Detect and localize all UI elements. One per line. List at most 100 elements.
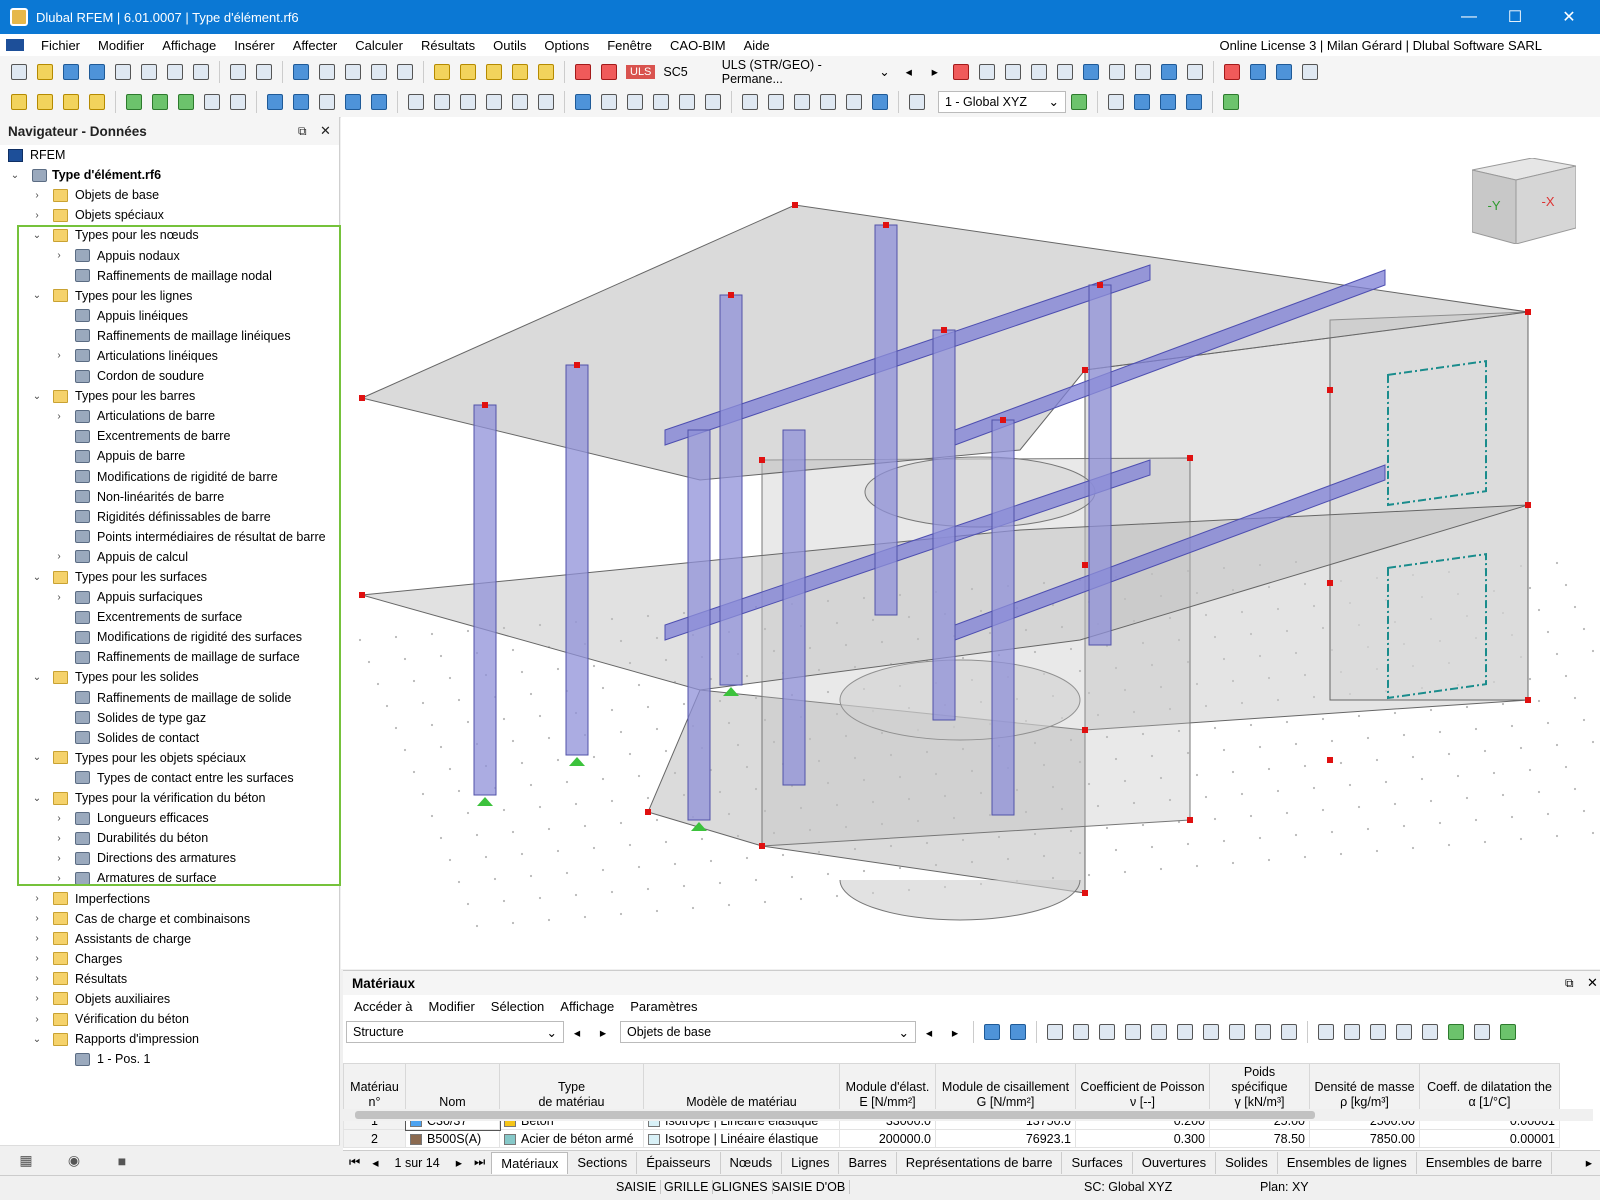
- tree-item[interactable]: › Appuis nodaux: [0, 245, 340, 265]
- draw-icon[interactable]: [869, 91, 891, 113]
- guide-line-icon[interactable]: [431, 91, 453, 113]
- tree-item[interactable]: Raffinements de maillage de surface: [0, 647, 340, 667]
- undock-table-icon[interactable]: ⧉: [1565, 976, 1574, 991]
- expand-icon[interactable]: ›: [53, 551, 65, 562]
- tree-item[interactable]: Excentrements de surface: [0, 607, 340, 627]
- column-header[interactable]: Modèle de matériau: [643, 1063, 840, 1112]
- expand-icon[interactable]: ›: [53, 873, 65, 884]
- status-saisie-ob[interactable]: SAISIE D'OB: [768, 1180, 851, 1194]
- mirror-icon[interactable]: [791, 91, 813, 113]
- formula-edit-icon[interactable]: [1393, 1021, 1415, 1043]
- print-preview-icon[interactable]: [112, 61, 134, 83]
- undo-icon[interactable]: [227, 61, 249, 83]
- iso-view-icon[interactable]: [1273, 61, 1295, 83]
- menu-table-affichage[interactable]: Affichage: [552, 999, 622, 1014]
- open-file-icon[interactable]: [34, 61, 56, 83]
- column-2[interactable]: [565, 364, 589, 756]
- scroll-thumb[interactable]: [355, 1111, 1315, 1119]
- view-iso-icon[interactable]: [676, 91, 698, 113]
- box-view-icon[interactable]: [1247, 61, 1269, 83]
- minimize-button[interactable]: —: [1446, 0, 1492, 34]
- model-check-icon[interactable]: [431, 61, 453, 83]
- node-icon[interactable]: [8, 91, 30, 113]
- tree-item[interactable]: › Assistants de charge: [0, 929, 340, 949]
- online-icon[interactable]: [60, 61, 82, 83]
- table-filter-icon[interactable]: [1252, 1021, 1274, 1043]
- table-view-icon-2[interactable]: [1315, 1021, 1337, 1043]
- tree-item[interactable]: › Vérification du béton: [0, 1009, 340, 1029]
- column-header[interactable]: Module d'élast. E [N/mm²]: [839, 1063, 936, 1112]
- structure-select[interactable]: Structure ⌄: [346, 1021, 564, 1043]
- menu-aide[interactable]: Aide: [735, 38, 779, 53]
- view-front-icon[interactable]: [598, 91, 620, 113]
- support-icon[interactable]: [1028, 61, 1050, 83]
- column-header[interactable]: Nom: [405, 1063, 500, 1112]
- view-top-icon[interactable]: [650, 91, 672, 113]
- menu-acceder[interactable]: Accéder à: [346, 999, 421, 1014]
- tree-item[interactable]: › Objets spéciaux: [0, 205, 340, 225]
- menu-affichage[interactable]: Affichage: [153, 38, 225, 53]
- tree-item[interactable]: › Résultats: [0, 969, 340, 989]
- menu-resultats[interactable]: Résultats: [412, 38, 484, 53]
- next-case-icon[interactable]: ▸: [924, 61, 946, 83]
- visibility-icon[interactable]: [1184, 61, 1206, 83]
- column-7[interactable]: [932, 329, 956, 721]
- table-settings-icon[interactable]: [1471, 1021, 1493, 1043]
- expand-icon[interactable]: ›: [53, 250, 65, 261]
- tree-item[interactable]: › Objets auxiliaires: [0, 989, 340, 1009]
- cell-density[interactable]: 7850.00: [1309, 1129, 1420, 1148]
- table-clear-icon[interactable]: [1148, 1021, 1170, 1043]
- tree-item[interactable]: › Directions des armatures: [0, 848, 340, 868]
- expand-icon[interactable]: ›: [53, 350, 65, 361]
- prev-case-icon[interactable]: ◂: [898, 61, 920, 83]
- surface-support-icon[interactable]: [175, 91, 197, 113]
- delete-icon[interactable]: [1221, 61, 1243, 83]
- formula-icon[interactable]: [1367, 1021, 1389, 1043]
- results-icon[interactable]: [572, 61, 594, 83]
- table-copy-icon[interactable]: [1096, 1021, 1118, 1043]
- member-hinge-icon[interactable]: [201, 91, 223, 113]
- cell-expansion[interactable]: 0.00001: [1419, 1129, 1560, 1148]
- tree-item[interactable]: › Durabilités du béton: [0, 828, 340, 848]
- tree-item[interactable]: Types de contact entre les surfaces: [0, 768, 340, 788]
- menu-inserer[interactable]: Insérer: [225, 38, 283, 53]
- menu-options[interactable]: Options: [535, 38, 598, 53]
- snap-grid-icon[interactable]: [1131, 91, 1153, 113]
- tree-item[interactable]: › Cas de charge et combinaisons: [0, 909, 340, 929]
- collapse-icon[interactable]: ⌄: [31, 752, 43, 763]
- view-cube[interactable]: -Y -X: [1472, 158, 1576, 244]
- polyline-icon[interactable]: [60, 91, 82, 113]
- tree-item[interactable]: Raffinements de maillage de solide: [0, 688, 340, 708]
- table-view-icon[interactable]: [290, 61, 312, 83]
- column-9[interactable]: [1088, 284, 1112, 646]
- rotate-icon[interactable]: [817, 91, 839, 113]
- tree-item[interactable]: ⌄ Types pour les nœuds: [0, 225, 340, 245]
- menu-outils[interactable]: Outils: [484, 38, 535, 53]
- save-icon[interactable]: [138, 61, 160, 83]
- script-icon[interactable]: [394, 61, 416, 83]
- collapse-icon[interactable]: ⌄: [31, 793, 43, 804]
- comment-icon[interactable]: [509, 61, 531, 83]
- prev-object-icon[interactable]: ◂: [918, 1021, 940, 1043]
- select-in-table-icon[interactable]: [1007, 1021, 1029, 1043]
- panel-icon[interactable]: [342, 61, 364, 83]
- table-remove-icon[interactable]: [1226, 1021, 1248, 1043]
- render-icon[interactable]: [1080, 61, 1102, 83]
- table-delete-icon[interactable]: [1174, 1021, 1196, 1043]
- menu-fichier[interactable]: Fichier: [32, 38, 89, 53]
- cell-name[interactable]: B500S(A): [405, 1129, 500, 1148]
- expand-icon[interactable]: ›: [31, 1014, 43, 1025]
- first-page-icon[interactable]: ⏮: [343, 1155, 366, 1170]
- dimension-icon[interactable]: [1132, 61, 1154, 83]
- view-axes-icon[interactable]: [702, 91, 724, 113]
- close-table-icon[interactable]: ✕: [1587, 975, 1598, 991]
- load-case-icon[interactable]: [598, 61, 620, 83]
- tree-item[interactable]: › Articulations linéiques: [0, 346, 340, 366]
- tree-item[interactable]: Modifications de rigidité de barre: [0, 467, 340, 487]
- tab-10[interactable]: Ensembles de lignes: [1278, 1151, 1417, 1174]
- expand-icon[interactable]: ›: [53, 833, 65, 844]
- column-6[interactable]: [874, 224, 898, 616]
- tabs-scroll-icon[interactable]: ▸: [1578, 1155, 1600, 1170]
- tab-1[interactable]: Sections: [568, 1151, 638, 1174]
- column-8[interactable]: [991, 419, 1015, 816]
